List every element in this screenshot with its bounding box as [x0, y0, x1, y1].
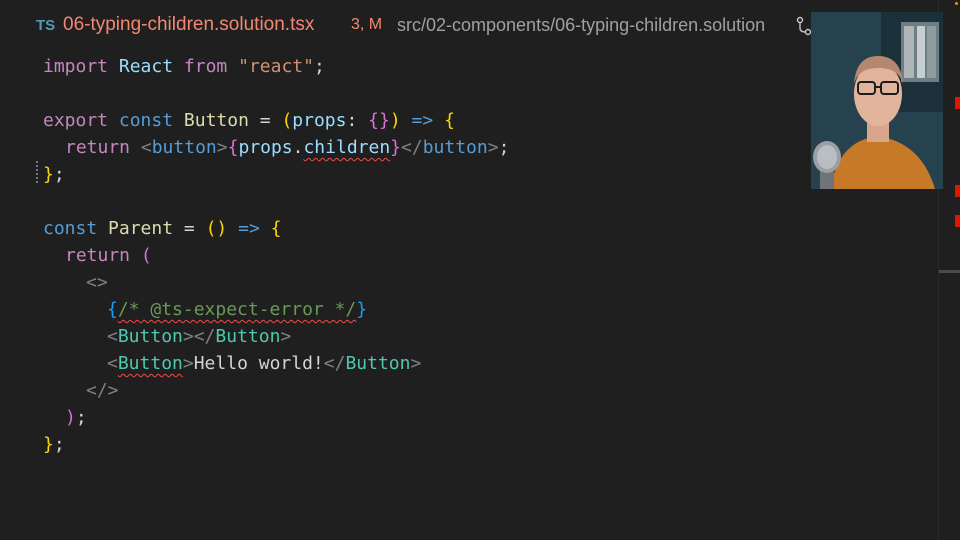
scroll-thumb[interactable] — [939, 270, 960, 273]
code-line-13: </> — [86, 380, 119, 401]
code-line-7: const Parent = () => { — [43, 218, 282, 239]
code-line-4: return <button>{props.children}</button>… — [65, 137, 510, 158]
code-line-9: <> — [86, 272, 108, 293]
code-editor[interactable]: import React from "react"; export const … — [0, 52, 938, 540]
error-marker — [955, 215, 960, 227]
modified-line-gutter-marker — [36, 161, 40, 183]
children-error-squiggle: children — [303, 137, 391, 158]
git-compare-icon[interactable] — [796, 16, 812, 36]
error-marker — [955, 185, 960, 197]
error-marker — [955, 97, 960, 109]
tab-filename[interactable]: 06-typing-children.solution.tsx — [63, 14, 314, 36]
ts-expect-error-squiggle: /* @ts-expect-error */ — [117, 299, 357, 320]
code-line-14: ); — [65, 407, 87, 428]
code-line-3: export const Button = (props: {}) => { — [43, 110, 455, 131]
code-line-15: }; — [43, 434, 65, 455]
code-line-8: return ( — [65, 245, 152, 266]
code-line-1: import React from "react"; — [43, 56, 325, 77]
code-line-10: {/* @ts-expect-error */} — [107, 299, 368, 320]
tab-file-path: src/02-components/06-typing-children.sol… — [397, 15, 766, 35]
typescript-file-icon: TS — [36, 17, 56, 34]
presenter-webcam — [811, 12, 943, 189]
code-line-12: <Button>Hello world!</Button> — [107, 353, 422, 374]
code-line-11: <Button></Button> — [107, 326, 292, 347]
button-error-squiggle: Button — [117, 353, 183, 374]
code-line-5: }; — [43, 164, 65, 185]
warning-marker — [955, 2, 958, 5]
tab-problem-status: 3, M — [351, 16, 383, 33]
